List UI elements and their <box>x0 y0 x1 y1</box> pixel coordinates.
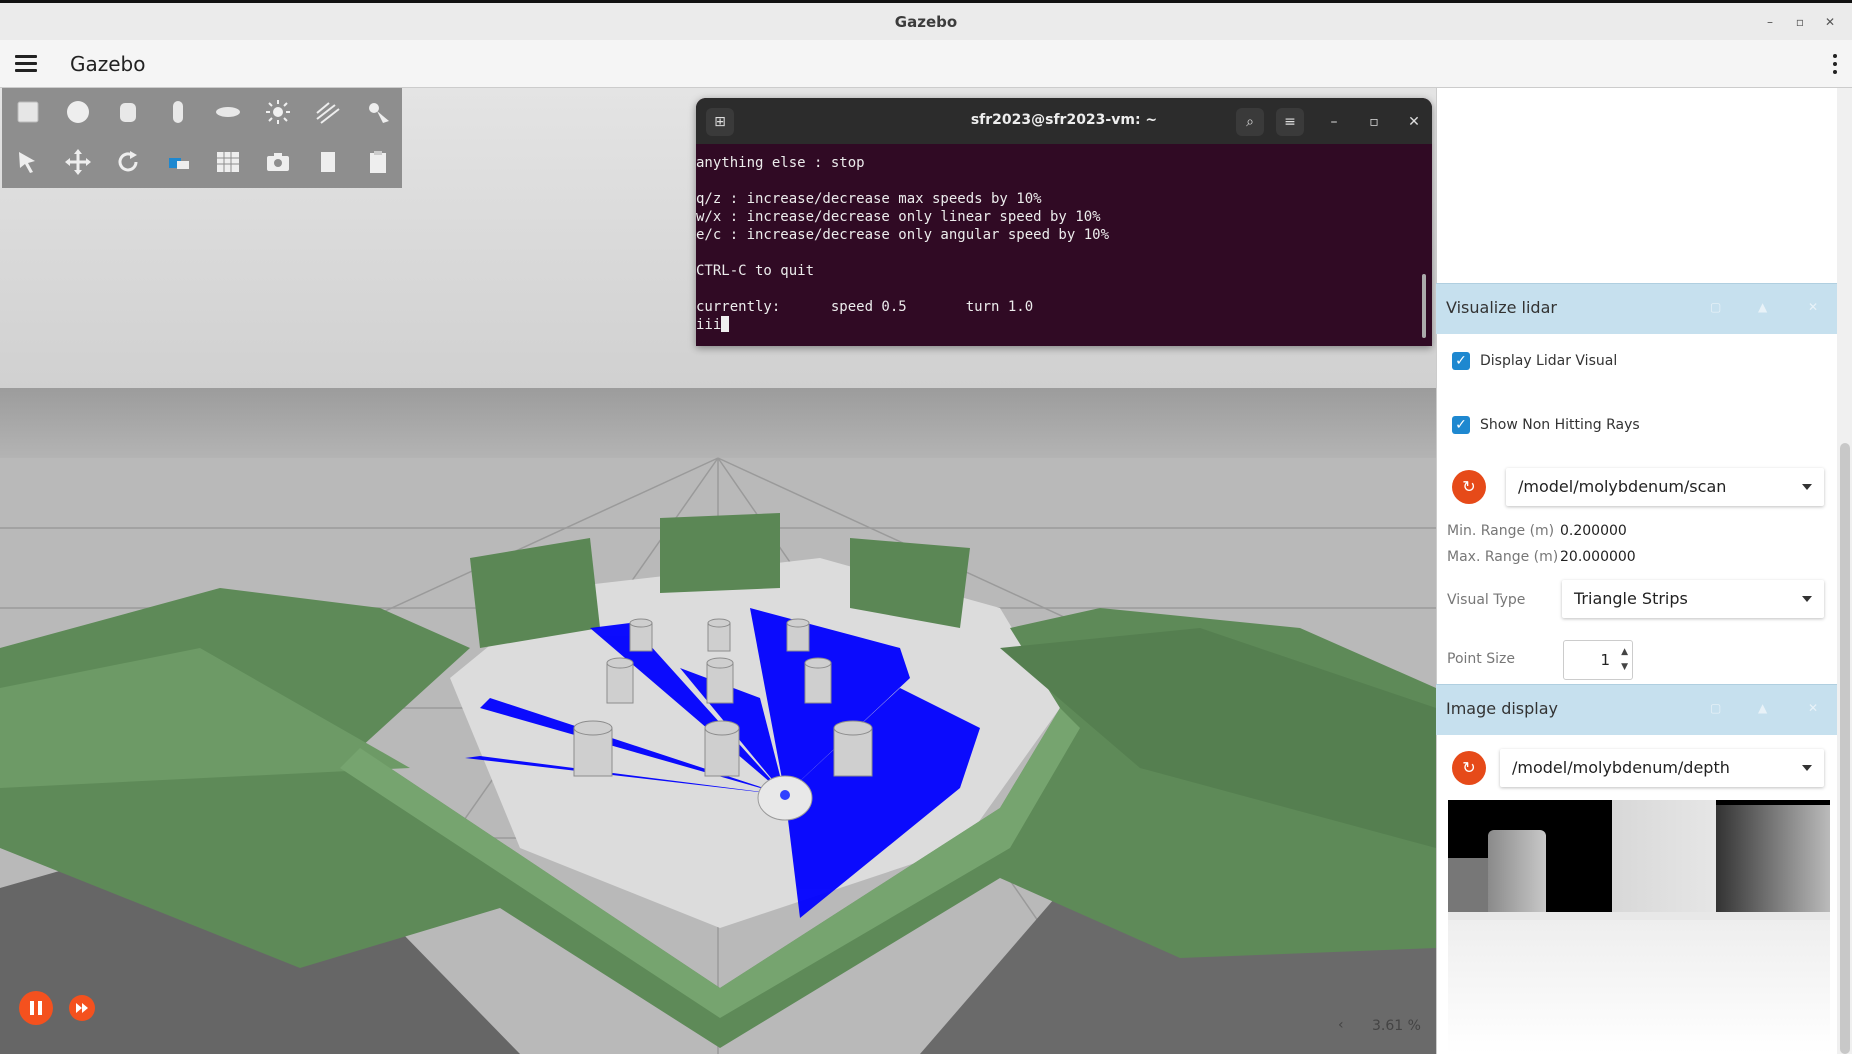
lidar-topic-dropdown[interactable]: /model/molybdenum/scan <box>1506 468 1824 506</box>
terminal-input[interactable]: iii <box>696 317 721 333</box>
terminal-line: anything else : stop <box>696 155 865 171</box>
plugin-panel-scrollbar[interactable] <box>1837 88 1852 1054</box>
visual-type-dropdown[interactable]: Triangle Strips <box>1562 580 1824 618</box>
directional-light-icon[interactable] <box>308 92 348 132</box>
non-hitting-rays-checkbox[interactable]: ✓ <box>1452 416 1470 434</box>
lidar-panel-header[interactable]: Visualize lidar ▢ ▲ ✕ <box>1436 283 1837 334</box>
image-topic-value: /model/molybdenum/depth <box>1512 758 1730 777</box>
collapse-icon[interactable]: ▲ <box>1758 701 1767 715</box>
capsule-icon[interactable] <box>158 92 198 132</box>
visual-type-value: Triangle Strips <box>1574 589 1688 608</box>
translate-icon[interactable] <box>58 142 98 182</box>
refresh-icon[interactable]: ↻ <box>1452 470 1486 504</box>
real-time-factor: 3.61 % <box>1372 1018 1421 1034</box>
max-range-value: 20.000000 <box>1560 549 1636 565</box>
min-range-value: 0.200000 <box>1560 523 1627 539</box>
point-size-value: 1 <box>1600 651 1610 669</box>
terminal-line: w/x : increase/decrease only linear spee… <box>696 209 1101 225</box>
screenshot-icon[interactable] <box>258 142 298 182</box>
lidar-panel-title: Visualize lidar <box>1446 298 1557 317</box>
rotate-icon[interactable] <box>108 142 148 182</box>
terminal-minimize-icon[interactable]: – <box>1320 108 1348 136</box>
terminal-output[interactable]: anything else : stop q/z : increase/decr… <box>696 154 1416 334</box>
app-bar: Gazebo <box>0 40 1852 88</box>
search-icon[interactable]: ⌕ <box>1236 108 1264 136</box>
image-topic-dropdown[interactable]: /model/molybdenum/depth <box>1500 749 1824 787</box>
min-range-label: Min. Range (m) <box>1447 523 1555 539</box>
app-title: Gazebo <box>70 52 146 76</box>
depth-image <box>1448 800 1830 920</box>
visual-type-label: Visual Type <box>1447 592 1526 608</box>
refresh-icon[interactable]: ↻ <box>1452 751 1486 785</box>
terminal-header: ⊞ sfr2023@sfr2023-vm: ~ ⌕ ≡ – ▫ ✕ <box>696 98 1432 144</box>
panel-close-icon[interactable]: ✕ <box>1808 300 1818 314</box>
chevron-down-icon <box>1802 484 1812 490</box>
point-size-spinbox[interactable]: 1 ▲ ▼ <box>1563 640 1633 680</box>
grid-snap-icon[interactable] <box>208 142 248 182</box>
image-panel-header[interactable]: Image display ▢ ▲ ✕ <box>1436 684 1837 735</box>
terminal-menu-icon[interactable]: ≡ <box>1276 108 1304 136</box>
minimize-icon[interactable]: – <box>1760 12 1780 32</box>
robot-model <box>757 775 813 821</box>
paste-icon[interactable] <box>358 142 398 182</box>
terminal-window[interactable]: ⊞ sfr2023@sfr2023-vm: ~ ⌕ ≡ – ▫ ✕ anythi… <box>696 98 1432 346</box>
ellipsoid-icon[interactable] <box>208 92 248 132</box>
terminal-line: currently: speed 0.5 turn 1.0 <box>696 299 1034 315</box>
terminal-line: CTRL-C to quit <box>696 263 815 279</box>
close-icon[interactable]: ✕ <box>1820 12 1840 32</box>
spin-up-icon[interactable]: ▲ <box>1621 647 1628 657</box>
sphere-icon[interactable] <box>58 92 98 132</box>
spin-down-icon[interactable]: ▼ <box>1621 662 1628 672</box>
depth-image-floor <box>1448 920 1830 1054</box>
window-title: Gazebo <box>894 13 958 31</box>
undock-icon[interactable]: ▢ <box>1710 300 1721 314</box>
terminal-close-icon[interactable]: ✕ <box>1400 108 1428 136</box>
cylinder-icon[interactable] <box>108 92 148 132</box>
terminal-maximize-icon[interactable]: ▫ <box>1360 108 1388 136</box>
terminal-scrollbar[interactable] <box>1422 274 1426 338</box>
box-icon[interactable] <box>8 92 48 132</box>
chevron-down-icon <box>1802 765 1812 771</box>
display-lidar-checkbox[interactable]: ✓ <box>1452 352 1470 370</box>
max-range-label: Max. Range (m) <box>1447 549 1559 565</box>
panel-close-icon[interactable]: ✕ <box>1808 701 1818 715</box>
lidar-topic-value: /model/molybdenum/scan <box>1518 477 1727 496</box>
scrollbar-thumb[interactable] <box>1840 443 1850 1054</box>
display-lidar-label: Display Lidar Visual <box>1480 353 1618 369</box>
point-light-icon[interactable] <box>258 92 298 132</box>
maximize-icon[interactable]: ▫ <box>1790 12 1810 32</box>
terminal-cursor <box>721 316 730 332</box>
point-size-label: Point Size <box>1447 651 1515 667</box>
undock-icon[interactable]: ▢ <box>1710 701 1721 715</box>
chevron-left-icon[interactable]: ‹ <box>1338 1017 1344 1033</box>
terminal-line: e/c : increase/decrease only angular spe… <box>696 227 1110 243</box>
image-panel-title: Image display <box>1446 699 1559 718</box>
window-titlebar: Gazebo – ▫ ✕ <box>0 0 1852 40</box>
kebab-menu-icon[interactable] <box>1832 54 1838 76</box>
non-hitting-rays-label: Show Non Hitting Rays <box>1480 417 1640 433</box>
scene-toolbar <box>2 88 402 188</box>
select-icon[interactable] <box>8 142 48 182</box>
spot-light-icon[interactable] <box>358 92 398 132</box>
copy-icon[interactable] <box>308 142 348 182</box>
transform-control-icon[interactable] <box>158 142 198 182</box>
collapse-icon[interactable]: ▲ <box>1758 300 1767 314</box>
pause-button[interactable] <box>19 991 53 1025</box>
hamburger-menu-icon[interactable] <box>15 55 37 73</box>
chevron-down-icon <box>1802 596 1812 602</box>
terminal-line: q/z : increase/decrease max speeds by 10… <box>696 191 1042 207</box>
step-forward-button[interactable] <box>69 995 95 1021</box>
